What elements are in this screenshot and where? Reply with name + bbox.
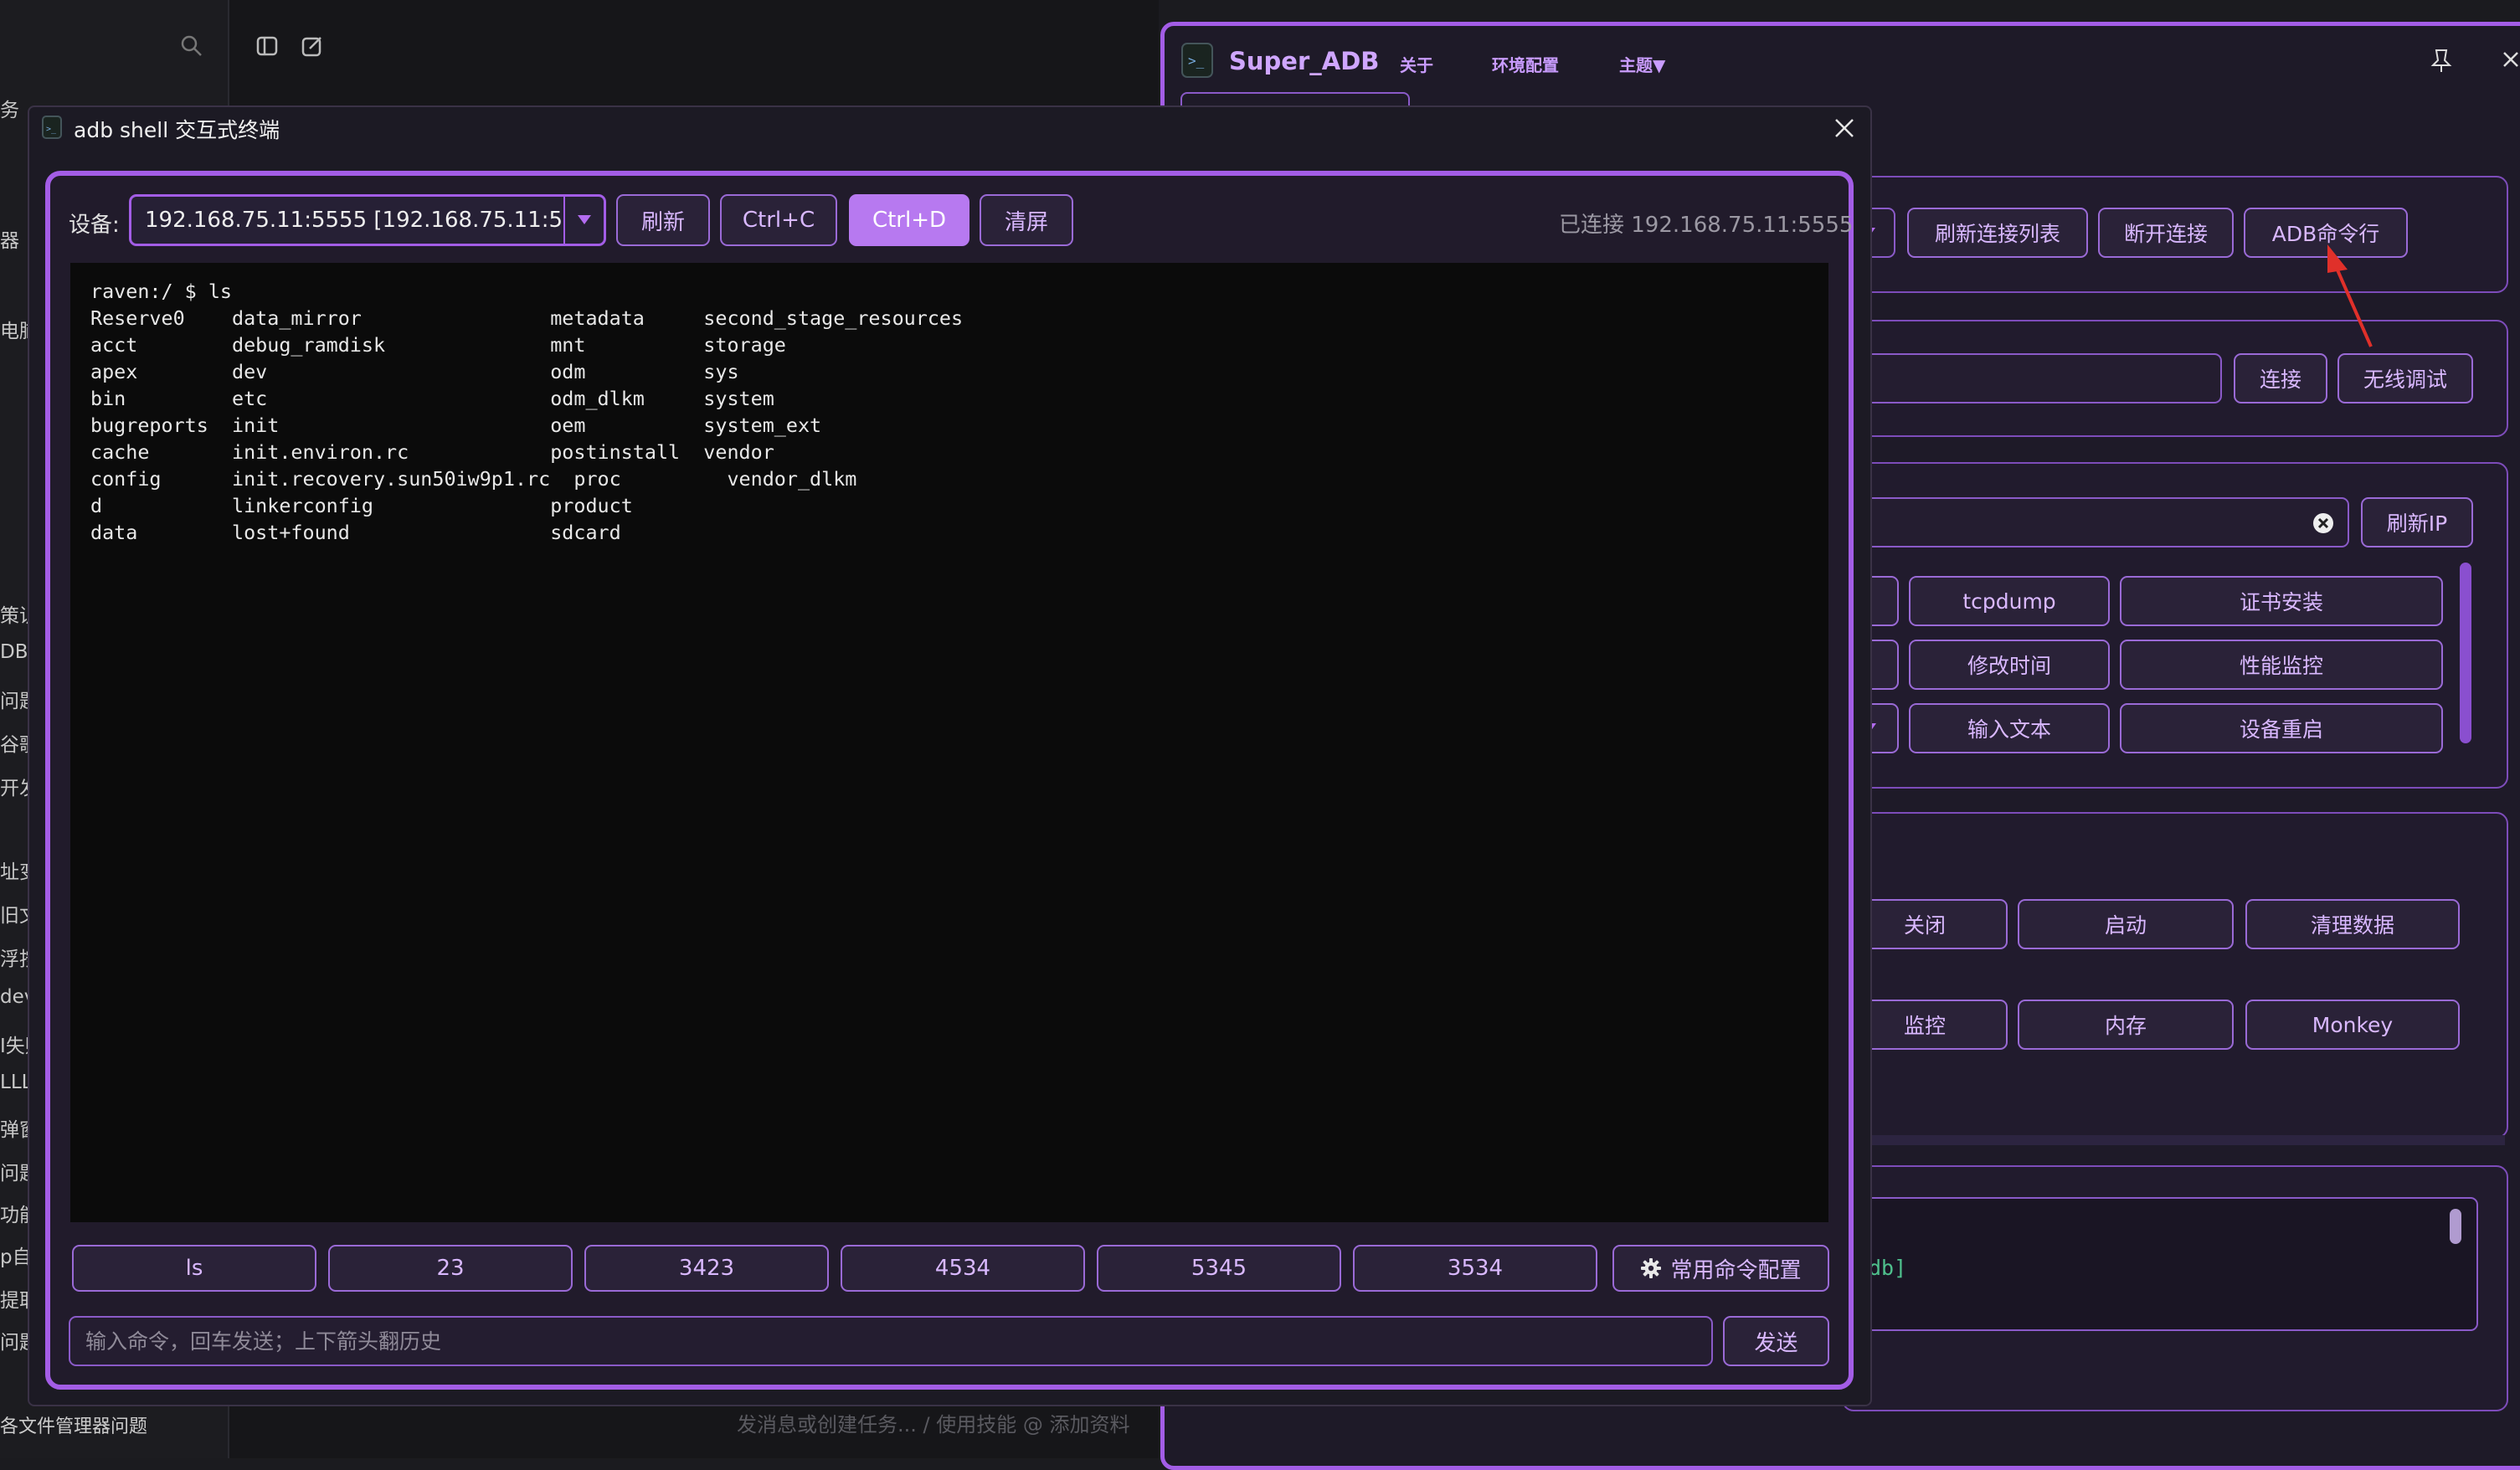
list-item[interactable]: 器 xyxy=(0,224,19,253)
ctrl-c-button[interactable]: Ctrl+C xyxy=(720,194,837,246)
command-config-label: 常用命令配置 xyxy=(1670,1257,1802,1283)
svg-text:>_: >_ xyxy=(46,125,57,134)
dialog-title: adb shell 交互式终端 xyxy=(74,118,280,142)
clear-icon[interactable] xyxy=(2312,512,2334,534)
menu-theme[interactable]: 主题▼ xyxy=(1619,52,1665,76)
command-config-button[interactable]: 常用命令配置 xyxy=(1612,1245,1829,1292)
quick-command-button[interactable]: 3423 xyxy=(584,1245,829,1292)
sidebar-toggle-icon[interactable] xyxy=(255,33,280,59)
perf-monitor-button[interactable]: 性能监控 xyxy=(2120,640,2443,690)
ctrl-d-button[interactable]: Ctrl+D xyxy=(849,194,969,246)
refresh-connection-list-button[interactable]: 刷新连接列表 xyxy=(1907,208,2088,258)
cert-install-button[interactable]: 证书安装 xyxy=(2120,576,2443,626)
connect-button[interactable]: 连接 xyxy=(2234,353,2327,403)
menu-env-config[interactable]: 环境配置 xyxy=(1492,52,1559,76)
clear-data-button[interactable]: 清理数据 xyxy=(2245,899,2460,949)
search-icon[interactable] xyxy=(179,33,204,59)
gear-icon xyxy=(1640,1257,1662,1279)
list-item[interactable]: 务 xyxy=(0,94,19,122)
monkey-button[interactable]: Monkey xyxy=(2245,1000,2460,1050)
input-text-button[interactable]: 输入文本 xyxy=(1909,703,2110,753)
device-reboot-button[interactable]: 设备重启 xyxy=(2120,703,2443,753)
annotation-arrow xyxy=(2327,244,2373,347)
quick-command-button[interactable]: ls xyxy=(72,1245,316,1292)
send-button[interactable]: 发送 xyxy=(1723,1316,1829,1366)
app-panel xyxy=(1842,812,2508,1138)
terminal-text: raven:/ $ ls Reserve0 data_mirror metada… xyxy=(90,280,964,544)
panel-scrollbar[interactable] xyxy=(1842,1135,2505,1145)
super-close-icon[interactable] xyxy=(2502,50,2520,69)
compose-placeholder[interactable]: 发消息或创建任务... / 使用技能 @ 添加资料 xyxy=(737,1408,1130,1437)
disconnect-button[interactable]: 断开连接 xyxy=(2098,208,2234,258)
pin-icon[interactable] xyxy=(2428,47,2456,75)
command-input[interactable] xyxy=(69,1316,1713,1366)
refresh-ip-button[interactable]: 刷新IP xyxy=(2361,497,2473,547)
device-select-value: 192.168.75.11:5555 [192.168.75.11:5555] xyxy=(145,208,563,233)
terminal-output[interactable]: raven:/ $ ls Reserve0 data_mirror metada… xyxy=(70,263,1828,1222)
connect-address-input[interactable] xyxy=(1842,353,2222,403)
device-label: 设备: xyxy=(69,213,120,238)
modify-time-button[interactable]: 修改时间 xyxy=(1909,640,2110,690)
device-select[interactable]: 192.168.75.11:5555 [192.168.75.11:5555] xyxy=(129,194,606,246)
log-text: db] xyxy=(1869,1256,1907,1280)
quick-command-button[interactable]: 23 xyxy=(328,1245,573,1292)
refresh-button[interactable]: 刷新 xyxy=(616,194,710,246)
memory-button[interactable]: 内存 xyxy=(2018,1000,2234,1050)
wireless-debug-button[interactable]: 无线调试 xyxy=(2337,353,2473,403)
close-icon[interactable] xyxy=(1833,117,1855,139)
chevron-down-icon[interactable] xyxy=(563,197,604,244)
tools-scrollbar[interactable] xyxy=(2460,563,2471,743)
svg-text:>_: >_ xyxy=(1188,53,1205,69)
list-item[interactable]: DB xyxy=(0,641,28,663)
connection-status: 已连接 192.168.75.11:5555 xyxy=(1559,213,1854,238)
ip-input[interactable] xyxy=(1842,497,2349,547)
edit-icon[interactable] xyxy=(300,33,325,59)
sidebar-footer-item[interactable]: 各文件管理器问题 xyxy=(0,1411,147,1438)
terminal-app-icon: >_ xyxy=(42,116,62,139)
menu-about[interactable]: 关于 xyxy=(1400,52,1433,76)
log-scrollbar[interactable] xyxy=(2450,1209,2461,1244)
start-app-button[interactable]: 启动 xyxy=(2018,899,2234,949)
tcpdump-button[interactable]: tcpdump xyxy=(1909,576,2110,626)
clear-screen-button[interactable]: 清屏 xyxy=(980,194,1073,246)
quick-command-button[interactable]: 4534 xyxy=(841,1245,1085,1292)
log-output[interactable]: db] xyxy=(1842,1197,2478,1331)
terminal-app-icon: >_ xyxy=(1180,42,1214,79)
app-title: Super_ADB xyxy=(1229,47,1380,75)
quick-command-button[interactable]: 5345 xyxy=(1097,1245,1341,1292)
quick-command-button[interactable]: 3534 xyxy=(1353,1245,1597,1292)
